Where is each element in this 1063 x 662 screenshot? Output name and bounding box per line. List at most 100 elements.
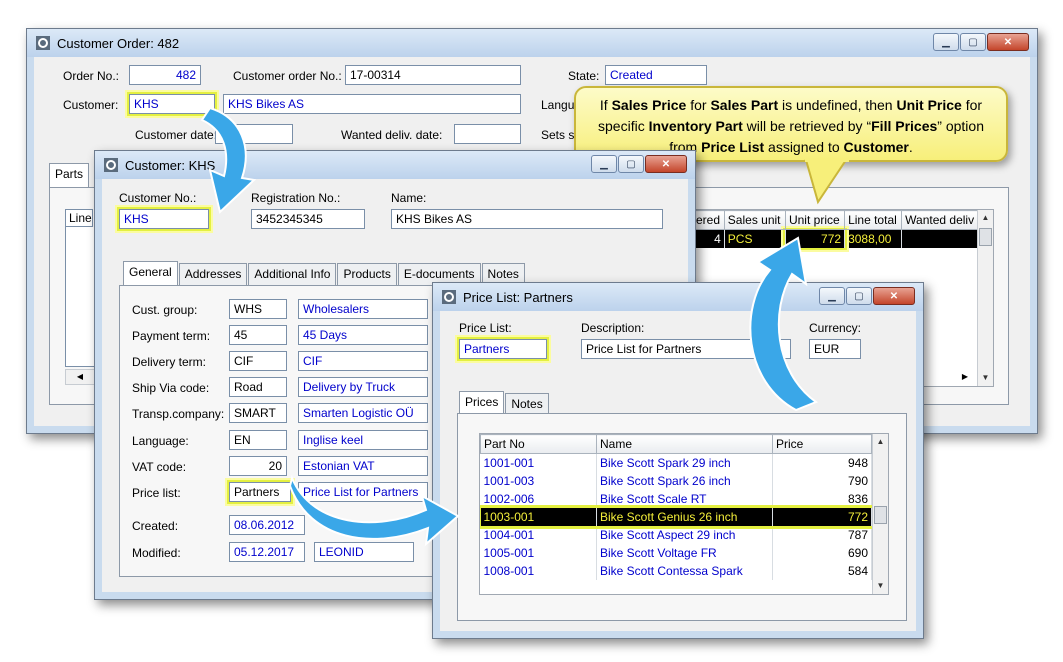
table-row-selected[interactable]: 1003-001 Bike Scott Genius 26 inch 772	[480, 505, 875, 529]
customer-titlebar[interactable]: Customer: KHS ▁ ▢ ✕	[95, 151, 695, 179]
col-sales-unit[interactable]: Sales unit	[723, 210, 786, 230]
cell-part-no[interactable]: 1005-001	[480, 544, 597, 562]
scroll-down-icon[interactable]: ▼	[873, 578, 888, 594]
scroll-right-button[interactable]: ▶	[957, 369, 973, 385]
table-row[interactable]: 1005-001 Bike Scott Voltage FR 690	[480, 544, 872, 562]
price-list-field[interactable]: Partners	[459, 339, 547, 359]
cell-name[interactable]: Bike Scott Aspect 29 inch	[596, 526, 773, 544]
maximize-button[interactable]: ▢	[846, 287, 872, 305]
table-row[interactable]: 1001-003 Bike Scott Spark 26 inch 790	[480, 472, 872, 490]
cell-price[interactable]: 772	[772, 508, 872, 526]
transp-company-code[interactable]: SMART	[229, 403, 287, 423]
order-lines-scrollbar[interactable]: ▲ ▼	[977, 210, 993, 386]
cust-group-desc[interactable]: Wholesalers	[298, 299, 428, 319]
col-line-total[interactable]: Line total	[844, 210, 903, 230]
prices-scrollbar[interactable]: ▲ ▼	[872, 434, 888, 594]
cell-line-total[interactable]: 3088,00	[844, 229, 903, 248]
tab-products[interactable]: Products	[337, 263, 397, 287]
table-row[interactable]: 1002-006 Bike Scott Scale RT 836	[480, 490, 872, 508]
table-row[interactable]: 1004-001 Bike Scott Aspect 29 inch 787	[480, 526, 872, 544]
customer-order-titlebar[interactable]: Customer Order: 482 ▁ ▢ ✕	[27, 29, 1037, 57]
maximize-button[interactable]: ▢	[960, 33, 986, 51]
table-row[interactable]: 1008-001 Bike Scott Contessa Spark 584	[480, 562, 872, 580]
description-field[interactable]: Price List for Partners	[581, 339, 791, 359]
cell-wanted-deliv[interactable]	[901, 229, 980, 248]
cell-part-no[interactable]: 1001-001	[480, 453, 597, 472]
price-list-titlebar[interactable]: Price List: Partners ▁ ▢ ✕	[433, 283, 923, 311]
close-button[interactable]: ✕	[873, 287, 915, 305]
close-button[interactable]: ✕	[645, 155, 687, 173]
currency-field[interactable]: EUR	[809, 339, 861, 359]
cell-ordered[interactable]: 4	[692, 229, 725, 248]
scroll-left-button[interactable]: ◀	[65, 369, 95, 385]
state-field[interactable]: Created	[605, 65, 707, 85]
scroll-thumb[interactable]	[979, 228, 992, 246]
cust-group-code[interactable]: WHS	[229, 299, 287, 319]
payment-term-desc[interactable]: 45 Days	[298, 325, 428, 345]
cell-price[interactable]: 584	[772, 562, 872, 580]
col-ordered[interactable]: ered	[692, 210, 725, 230]
cell-part-no[interactable]: 1001-003	[480, 472, 597, 490]
cell-name[interactable]: Bike Scott Spark 26 inch	[596, 472, 773, 490]
vat-code[interactable]: 20	[229, 456, 287, 476]
customer-code-field[interactable]: KHS	[129, 94, 215, 114]
cell-price[interactable]: 787	[772, 526, 872, 544]
ship-via-desc[interactable]: Delivery by Truck	[298, 377, 428, 397]
customer-name-field[interactable]: KHS Bikes AS	[223, 94, 521, 114]
scroll-up-icon[interactable]: ▲	[873, 434, 888, 450]
minimize-button[interactable]: ▁	[933, 33, 959, 51]
wanted-deliv-date-field[interactable]	[454, 124, 521, 144]
tab-prices[interactable]: Prices	[459, 391, 505, 415]
cell-part-no[interactable]: 1002-006	[480, 490, 597, 508]
cell-unit-price[interactable]: 772	[785, 229, 846, 248]
table-row[interactable]: 1001-001 Bike Scott Spark 29 inch 948	[480, 453, 872, 472]
minimize-button[interactable]: ▁	[819, 287, 845, 305]
scroll-up-icon[interactable]: ▲	[978, 210, 993, 226]
cell-sales-unit[interactable]: PCS	[724, 229, 786, 248]
line-column-header[interactable]: Line	[65, 209, 93, 227]
name-field[interactable]: KHS Bikes AS	[391, 209, 663, 229]
cell-price[interactable]: 836	[772, 490, 872, 508]
modified-field[interactable]: 05.12.2017	[229, 542, 305, 562]
cell-part-no[interactable]: 1008-001	[480, 562, 597, 580]
col-part-no[interactable]: Part No	[480, 434, 597, 454]
customer-no-field[interactable]: KHS	[119, 209, 209, 229]
customer-date-field[interactable]	[215, 124, 293, 144]
cell-price[interactable]: 790	[772, 472, 872, 490]
order-no-field[interactable]: 482	[129, 65, 201, 85]
tab-additional-info[interactable]: Additional Info	[248, 263, 337, 287]
cell-part-no[interactable]: 1004-001	[480, 526, 597, 544]
close-button[interactable]: ✕	[987, 33, 1029, 51]
col-price[interactable]: Price	[772, 434, 872, 454]
maximize-button[interactable]: ▢	[618, 155, 644, 173]
price-list-code[interactable]: Partners	[229, 482, 291, 502]
cell-name[interactable]: Bike Scott Voltage FR	[596, 544, 773, 562]
payment-term-code[interactable]: 45	[229, 325, 287, 345]
cell-price[interactable]: 690	[772, 544, 872, 562]
delivery-term-code[interactable]: CIF	[229, 351, 287, 371]
tab-general[interactable]: General	[123, 261, 178, 285]
tab-parts[interactable]: Parts	[49, 163, 90, 187]
cell-name[interactable]: Bike Scott Scale RT	[596, 490, 773, 508]
cell-part-no[interactable]: 1003-001	[480, 508, 597, 526]
registration-no-field[interactable]: 3452345345	[251, 209, 365, 229]
scroll-down-icon[interactable]: ▼	[978, 370, 993, 386]
cell-name[interactable]: Bike Scott Contessa Spark	[596, 562, 773, 580]
col-name[interactable]: Name	[596, 434, 773, 454]
cell-name[interactable]: Bike Scott Genius 26 inch	[596, 508, 773, 526]
cell-price[interactable]: 948	[772, 453, 872, 472]
delivery-term-desc[interactable]: CIF	[298, 351, 428, 371]
price-list-desc[interactable]: Price List for Partners	[298, 482, 428, 502]
transp-company-desc[interactable]: Smarten Logistic OÜ	[298, 403, 428, 423]
minimize-button[interactable]: ▁	[591, 155, 617, 173]
scroll-thumb[interactable]	[874, 506, 887, 524]
vat-desc[interactable]: Estonian VAT	[298, 456, 428, 476]
ship-via-code[interactable]: Road	[229, 377, 287, 397]
language-code[interactable]: EN	[229, 430, 287, 450]
customer-order-no-field[interactable]: 17-00314	[345, 65, 521, 85]
order-line-row[interactable]: 4 PCS 772 3088,00	[692, 229, 980, 248]
col-unit-price[interactable]: Unit price	[784, 210, 846, 230]
col-wanted-deliv[interactable]: Wanted deliv	[901, 210, 980, 230]
tab-addresses[interactable]: Addresses	[178, 263, 248, 287]
cell-name[interactable]: Bike Scott Spark 29 inch	[596, 453, 773, 472]
